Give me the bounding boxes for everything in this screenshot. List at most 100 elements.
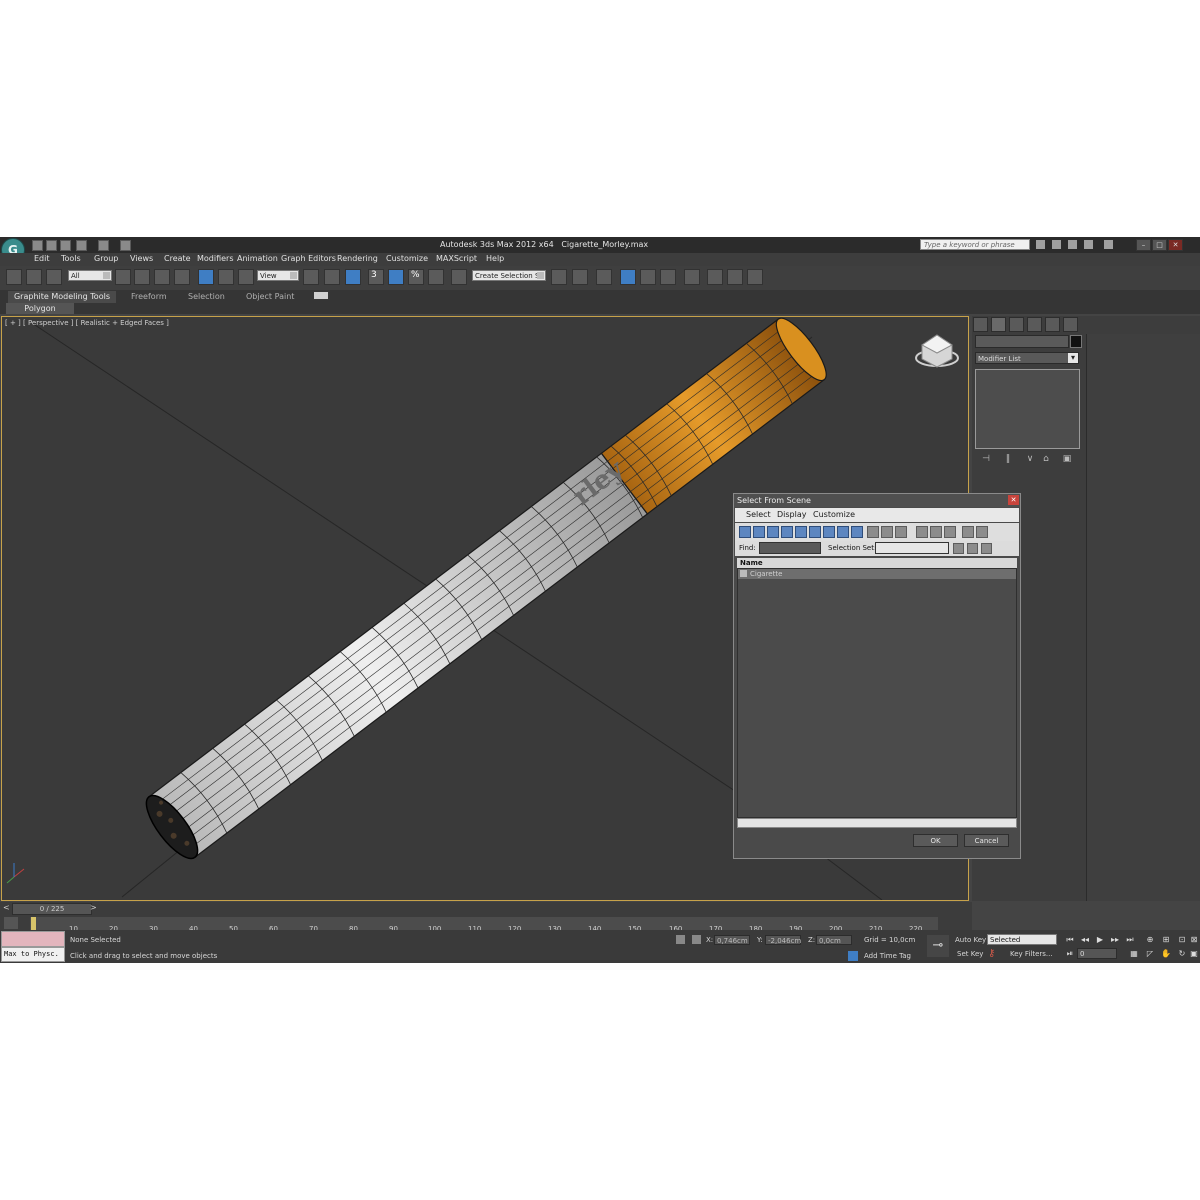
pin-stack-icon[interactable]: ⊣ <box>980 454 992 464</box>
sync-selection-icon[interactable] <box>962 526 974 538</box>
select-object-icon[interactable] <box>115 269 131 285</box>
snaps-toggle-icon[interactable]: 3 <box>368 269 384 285</box>
spinner-snap-icon[interactable] <box>428 269 444 285</box>
modifier-list-dropdown[interactable]: Modifier List <box>975 352 1079 364</box>
select-move-icon[interactable] <box>198 269 214 285</box>
layer-manager-icon[interactable] <box>596 269 612 285</box>
open-file-icon[interactable] <box>46 240 57 251</box>
show-end-result-icon[interactable]: ‖ <box>1002 454 1014 464</box>
find-input[interactable] <box>759 542 821 554</box>
key-mode-toggle-icon[interactable]: ⏯ <box>1064 948 1076 959</box>
render-setup-icon[interactable] <box>707 269 723 285</box>
z-coordinate-field[interactable]: 0,0cm <box>816 935 852 945</box>
menu-modifiers[interactable]: Modifiers <box>197 254 234 263</box>
scene-object-list[interactable] <box>737 568 1017 818</box>
display-groups-icon[interactable] <box>823 526 835 538</box>
configure-sets-icon[interactable]: ▣ <box>1061 454 1073 464</box>
selection-filter-dropdown[interactable]: All <box>68 270 112 281</box>
key-mode-dropdown[interactable]: Selected <box>987 934 1057 945</box>
object-name-field[interactable] <box>975 335 1069 348</box>
menu-views[interactable]: Views <box>130 254 153 263</box>
display-cameras-icon[interactable] <box>781 526 793 538</box>
list-horizontal-scrollbar[interactable] <box>737 818 1017 828</box>
cancel-button[interactable]: Cancel <box>964 834 1009 847</box>
percent-snap-icon[interactable]: % <box>408 269 424 285</box>
dialog-close-button[interactable]: ✕ <box>1008 495 1019 505</box>
time-config-icon[interactable]: ▦ <box>1128 948 1140 959</box>
rendered-frame-icon[interactable] <box>727 269 743 285</box>
next-frame-icon[interactable]: ▸▸ <box>1109 934 1121 945</box>
create-set-icon[interactable] <box>953 543 964 554</box>
select-manipulate-icon[interactable] <box>324 269 340 285</box>
menu-rendering[interactable]: Rendering <box>337 254 378 263</box>
display-spacewarps-icon[interactable] <box>809 526 821 538</box>
utilities-tab-icon[interactable] <box>1063 317 1078 332</box>
subscription-icon[interactable] <box>1052 240 1061 249</box>
zoom-icon[interactable]: ⊕ <box>1144 934 1156 945</box>
display-geometry-icon[interactable] <box>739 526 751 538</box>
ribbon-options-icon[interactable] <box>314 292 328 299</box>
minimize-button[interactable]: – <box>1136 239 1151 251</box>
menu-create[interactable]: Create <box>164 254 191 263</box>
select-all-icon[interactable] <box>916 526 928 538</box>
angle-snap-icon[interactable] <box>388 269 404 285</box>
selection-set-dropdown[interactable] <box>875 542 949 554</box>
zoom-extents-icon[interactable]: ⊡ <box>1176 934 1188 945</box>
auto-key-button[interactable]: Auto Key <box>955 936 986 944</box>
select-none-icon[interactable] <box>930 526 942 538</box>
graphite-toggle-icon[interactable] <box>620 269 636 285</box>
curve-editor-icon[interactable] <box>640 269 656 285</box>
time-tag-icon[interactable] <box>848 951 858 961</box>
remove-modifier-icon[interactable]: ⌂ <box>1040 454 1052 464</box>
render-production-icon[interactable] <box>747 269 763 285</box>
favorites-icon[interactable] <box>1084 240 1093 249</box>
pan-icon[interactable]: ✋ <box>1160 948 1172 959</box>
save-file-icon[interactable] <box>60 240 71 251</box>
current-frame-field[interactable]: 0 <box>1077 948 1117 959</box>
set-key-button[interactable]: Set Key <box>957 950 983 958</box>
make-unique-icon[interactable]: ∨ <box>1024 454 1036 464</box>
redo-icon[interactable] <box>98 240 109 251</box>
x-coordinate-field[interactable]: 0,746cm <box>714 935 750 945</box>
motion-tab-icon[interactable] <box>1027 317 1042 332</box>
maxscript-listener-pink[interactable] <box>1 931 65 947</box>
pivot-center-icon[interactable] <box>303 269 319 285</box>
menu-tools[interactable]: Tools <box>61 254 81 263</box>
edit-named-selection-icon[interactable] <box>451 269 467 285</box>
create-tab-icon[interactable] <box>973 317 988 332</box>
zoom-extents-all-icon[interactable]: ⊠ <box>1188 934 1200 945</box>
list-item[interactable]: Cigarette <box>738 569 1016 579</box>
modify-tab-icon[interactable] <box>991 317 1006 332</box>
key-icon[interactable]: ⚷ <box>988 948 1002 959</box>
zoom-all-icon[interactable]: ⊞ <box>1160 934 1172 945</box>
select-invert-icon[interactable] <box>944 526 956 538</box>
mirror-icon[interactable] <box>551 269 567 285</box>
undo-icon[interactable] <box>76 240 87 251</box>
dialog-menu-select[interactable]: Select <box>746 510 771 519</box>
maximize-viewport-icon[interactable]: ▣ <box>1188 948 1200 959</box>
bind-space-warp-icon[interactable] <box>46 269 62 285</box>
field-of-view-icon[interactable]: ◸ <box>1144 948 1156 959</box>
column-header-name[interactable]: Name <box>737 558 1017 568</box>
display-none-icon[interactable] <box>881 526 893 538</box>
modifier-stack[interactable] <box>975 369 1080 449</box>
edit-set-icon[interactable] <box>967 543 978 554</box>
add-time-tag[interactable]: Add Time Tag <box>864 952 911 960</box>
lock-selection-icon[interactable] <box>676 935 685 944</box>
dialog-menu-display[interactable]: Display <box>777 510 807 519</box>
play-icon[interactable]: ▶ <box>1094 934 1106 945</box>
display-bones-icon[interactable] <box>851 526 863 538</box>
tab-graphite-modeling-tools[interactable]: Graphite Modeling Tools <box>8 291 116 303</box>
y-coordinate-field[interactable]: -2,046cm <box>765 935 801 945</box>
select-by-name-icon[interactable] <box>134 269 150 285</box>
hierarchy-tab-icon[interactable] <box>1009 317 1024 332</box>
menu-help[interactable]: Help <box>486 254 504 263</box>
object-color-swatch[interactable] <box>1070 335 1082 348</box>
menu-maxscript[interactable]: MAXScript <box>436 254 477 263</box>
dialog-menu-customize[interactable]: Customize <box>813 510 855 519</box>
communication-icon[interactable] <box>1068 240 1077 249</box>
tab-freeform[interactable]: Freeform <box>131 292 167 301</box>
unlink-icon[interactable] <box>26 269 42 285</box>
select-rotate-icon[interactable] <box>218 269 234 285</box>
project-folder-icon[interactable] <box>120 240 131 251</box>
